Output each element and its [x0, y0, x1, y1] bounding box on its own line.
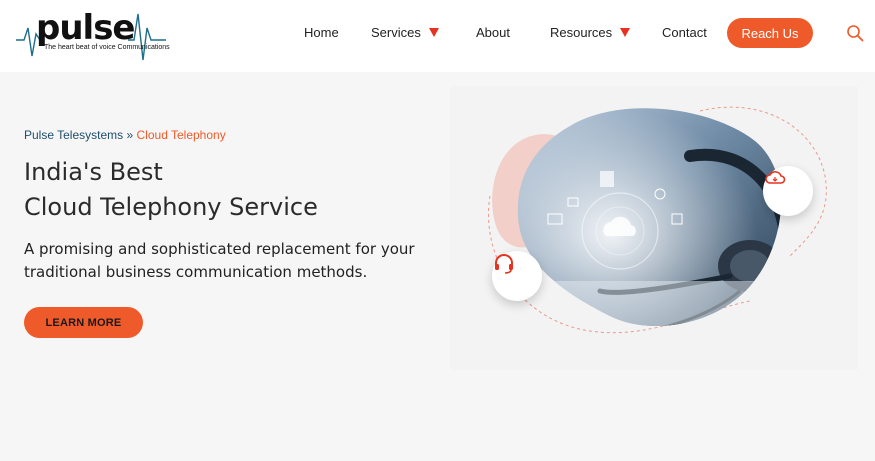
hero-subtitle: A promising and sophisticated replacemen…: [24, 240, 415, 281]
nav-item-label: Contact: [662, 25, 707, 40]
nav-item-home[interactable]: Home: [304, 25, 339, 40]
cloud-icon: [765, 171, 786, 184]
site-header: pulse The heart beat of voice Communicat…: [0, 0, 875, 72]
nav-item-services[interactable]: Services: [371, 25, 439, 40]
nav-item-about[interactable]: About: [476, 25, 510, 40]
hero-illustration: [450, 86, 858, 370]
main-nav: Home Services About Resources Contact Re…: [0, 18, 875, 50]
headset-icon: [495, 254, 513, 274]
caret-down-icon: [620, 28, 631, 37]
nav-item-resources[interactable]: Resources: [550, 25, 631, 40]
nav-item-label: Resources: [550, 25, 613, 40]
nav-item-label: About: [476, 25, 510, 40]
learn-more-button[interactable]: LEARN MORE: [24, 307, 143, 338]
nav-item-label: Services: [371, 25, 421, 40]
nav-item-label: Home: [304, 25, 339, 40]
caret-down-icon: [428, 28, 439, 37]
title-line-1: India's Best: [24, 158, 163, 186]
title-line-2: Cloud Telephony Service: [24, 193, 318, 221]
telephony-headset-image: [488, 106, 827, 334]
breadcrumb: Pulse Telesystems » Cloud Telephony: [24, 128, 226, 142]
page-title: India's Best Cloud Telephony Service: [24, 155, 318, 225]
breadcrumb-current: Cloud Telephony: [136, 128, 226, 142]
cloud-bubble: [763, 166, 813, 216]
nav-item-contact[interactable]: Contact: [662, 25, 707, 40]
headset-bubble: [492, 251, 542, 301]
breadcrumb-root-link[interactable]: Pulse Telesystems: [24, 128, 123, 142]
reach-us-button[interactable]: Reach Us: [727, 18, 813, 48]
breadcrumb-separator: »: [126, 128, 137, 142]
search-icon[interactable]: [846, 24, 864, 42]
